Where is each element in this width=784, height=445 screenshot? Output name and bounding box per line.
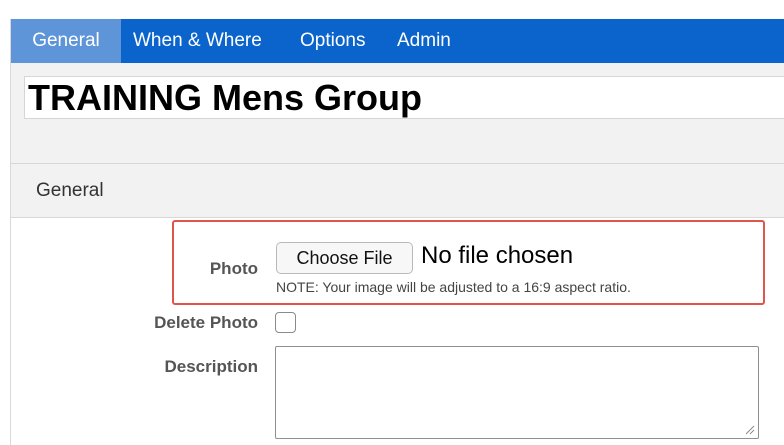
tab-admin[interactable]: Admin bbox=[397, 19, 451, 63]
delete-photo-label: Delete Photo bbox=[154, 313, 258, 332]
tab-options[interactable]: Options bbox=[300, 19, 365, 63]
tab-when-where[interactable]: When & Where bbox=[133, 19, 262, 63]
file-status-text: No file chosen bbox=[421, 242, 574, 269]
section-title: General bbox=[36, 180, 104, 201]
divider-top bbox=[10, 163, 784, 164]
choose-file-button[interactable]: Choose File bbox=[276, 242, 413, 274]
resize-grip-icon[interactable] bbox=[743, 423, 755, 435]
group-title-input[interactable] bbox=[24, 76, 784, 119]
description-textarea[interactable] bbox=[275, 346, 759, 439]
delete-photo-checkbox[interactable] bbox=[275, 312, 296, 333]
photo-label: Photo bbox=[209, 259, 258, 278]
description-label: Description bbox=[164, 357, 258, 376]
photo-aspect-note: NOTE: Your image will be adjusted to a 1… bbox=[276, 279, 631, 295]
tab-bar: General When & Where Options Admin bbox=[11, 19, 784, 63]
tab-general[interactable]: General bbox=[11, 19, 121, 63]
